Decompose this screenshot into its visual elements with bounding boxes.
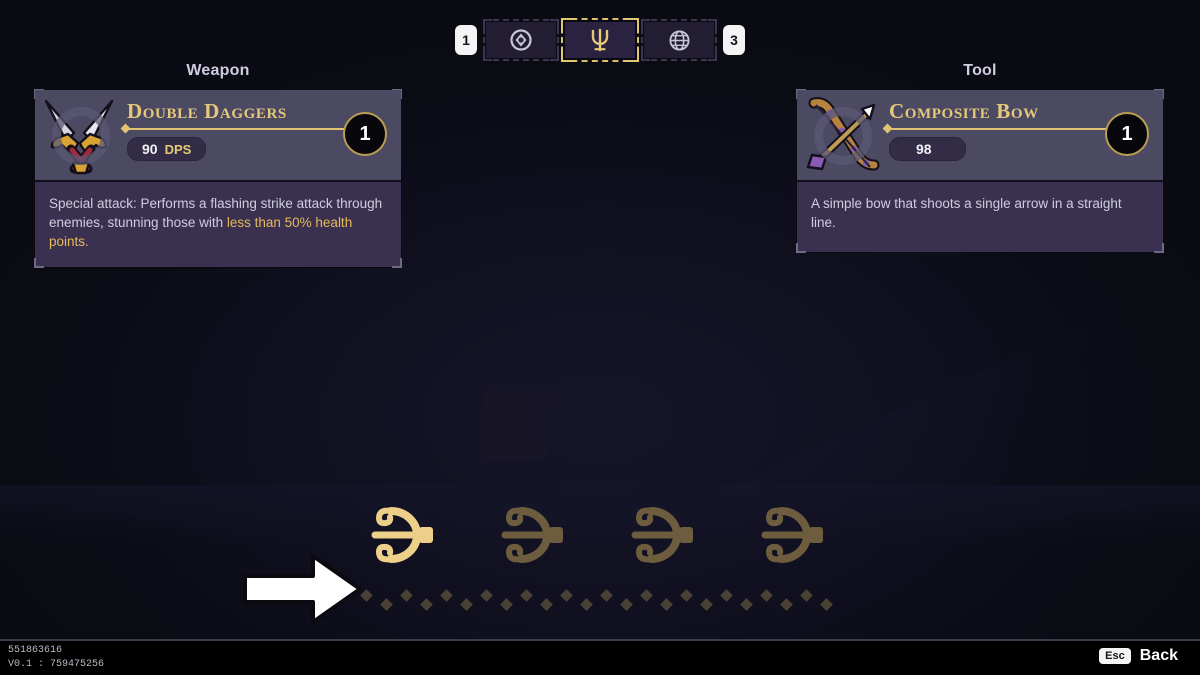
icon-backdrop-ring <box>52 107 110 165</box>
diamond-pair <box>400 588 440 614</box>
tool-description-text: A simple bow that shoots a single arrow … <box>811 196 1122 231</box>
tool-icon-slot <box>797 90 889 182</box>
arc-slot-1[interactable] <box>361 495 449 575</box>
diamond-pair <box>720 588 760 614</box>
build-id: 551863616 <box>8 645 63 656</box>
tool-card-header: Composite Bow 98 1 <box>797 90 1163 182</box>
tab-corner <box>625 48 639 62</box>
icon-backdrop-ring <box>814 107 872 165</box>
tab-corner <box>483 19 492 28</box>
background-scene-ridge <box>720 300 1140 490</box>
tab-corner <box>708 52 717 61</box>
diamond-pair <box>480 588 520 614</box>
tab-corner <box>483 52 492 61</box>
tab-compass[interactable] <box>483 19 559 61</box>
diamond-pair <box>600 588 640 614</box>
tool-stat-value: 98 <box>916 141 932 157</box>
diamond-pair <box>640 588 680 614</box>
tool-card-wrapper: Tool Composite Bow 98 1 A simple bow tha… <box>796 62 1164 253</box>
next-page-key[interactable]: 3 <box>723 25 745 55</box>
name-underline-rule <box>889 128 1111 130</box>
weapon-card-wrapper: Weapon Double Daggers 90 DPS 1 Special a… <box>34 62 402 269</box>
esc-key-hint: Esc <box>1099 648 1131 664</box>
version-line: V0.1 : 759475256 <box>8 658 105 670</box>
arc-slot-2[interactable] <box>491 495 579 575</box>
diamond-pair <box>760 588 800 614</box>
arrow-right-cursor <box>243 554 362 624</box>
arc-slot-row <box>0 495 1200 575</box>
back-button[interactable]: Esc Back <box>1099 647 1178 665</box>
card-corner <box>34 258 44 269</box>
tab-corner <box>641 52 650 61</box>
diamond-pair <box>800 588 840 614</box>
weapon-stat-pill: 90 DPS <box>127 137 207 161</box>
arc-slot-4[interactable] <box>751 495 839 575</box>
card-corner <box>1154 243 1164 253</box>
tab-corner <box>641 19 650 28</box>
category-tab-bar: 1 3 <box>0 18 1200 62</box>
globe-icon <box>668 29 690 51</box>
trident-icon <box>591 28 609 52</box>
tab-corner <box>561 48 575 62</box>
compass-icon <box>510 29 532 51</box>
weapon-icon-slot <box>35 90 127 182</box>
tool-card[interactable]: Composite Bow 98 1 A simple bow that sho… <box>796 89 1164 253</box>
weapon-section-label: Weapon <box>186 62 250 79</box>
diamond-pair <box>520 588 560 614</box>
weapon-card[interactable]: Double Daggers 90 DPS 1 Special attack: … <box>34 89 402 269</box>
background-scene-character <box>476 390 554 460</box>
weapon-stat-value: 90 <box>142 141 158 157</box>
name-underline-rule <box>127 128 349 130</box>
tab-globe[interactable] <box>641 19 717 61</box>
build-info: 551863616 V0.1 : 759475256 <box>8 644 104 671</box>
tab-corner <box>550 52 559 61</box>
game-screen: 1 3 Weapon Double Daggers 90 DPS 1 Speci… <box>0 0 1200 675</box>
weapon-description: Special attack: Performs a flashing stri… <box>35 182 401 268</box>
card-corner <box>392 258 402 269</box>
tool-description: A simple bow that shoots a single arrow … <box>797 182 1163 252</box>
tab-corner <box>708 19 717 28</box>
diamond-decoration-strip <box>0 588 1200 614</box>
tool-section-label: Tool <box>963 62 997 79</box>
prev-page-key[interactable]: 1 <box>455 25 477 55</box>
tool-level-badge: 1 <box>1105 112 1149 156</box>
tab-corner <box>550 19 559 28</box>
footer-bar: 551863616 V0.1 : 759475256 Esc Back <box>0 639 1200 675</box>
arc-slot-3[interactable] <box>621 495 709 575</box>
weapon-card-header: Double Daggers 90 DPS 1 <box>35 90 401 182</box>
tab-corner <box>625 18 639 32</box>
diamond-pair <box>680 588 720 614</box>
diamond-pair <box>440 588 480 614</box>
weapon-stat-unit: DPS <box>164 141 192 157</box>
back-label: Back <box>1139 647 1178 664</box>
tab-trident[interactable] <box>561 18 639 62</box>
diamond-pair <box>560 588 600 614</box>
tab-corner <box>561 18 575 32</box>
weapon-level-badge: 1 <box>343 112 387 156</box>
tool-stat-pill: 98 <box>889 137 966 161</box>
diamond-pair <box>360 588 400 614</box>
card-corner <box>796 243 806 253</box>
